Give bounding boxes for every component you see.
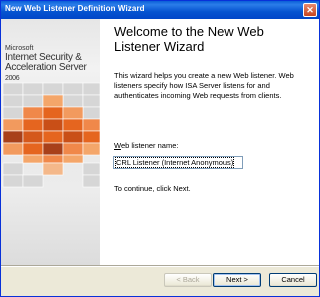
wizard-content: Microsoft Internet Security & Accelerati… [1,19,319,265]
page-title: Welcome to the New Web Listener Wizard [114,24,264,55]
window-title: New Web Listener Definition Wizard [5,4,145,13]
footer-divider [1,265,319,267]
close-icon[interactable]: ✕ [303,3,317,17]
cancel-button[interactable]: Cancel [269,273,317,287]
title-bar[interactable]: New Web Listener Definition Wizard ✕ [1,1,319,19]
wizard-side-banner: Microsoft Internet Security & Accelerati… [1,19,100,265]
wizard-description: This wizard helps you create a new Web l… [114,71,294,100]
next-button[interactable]: Next > [213,273,261,287]
web-listener-name-input[interactable]: CRL Listener (Internet Anonymous) [113,156,243,169]
decorative-tile-graphic [2,82,100,188]
wizard-main-panel: Welcome to the New Web Listener Wizard T… [106,19,316,265]
web-listener-name-label: Web listener name: [114,141,179,150]
back-button[interactable]: < Back [164,273,212,287]
continue-instruction: To continue, click Next. [114,184,191,193]
wizard-window: New Web Listener Definition Wizard ✕ Mic… [0,0,320,297]
